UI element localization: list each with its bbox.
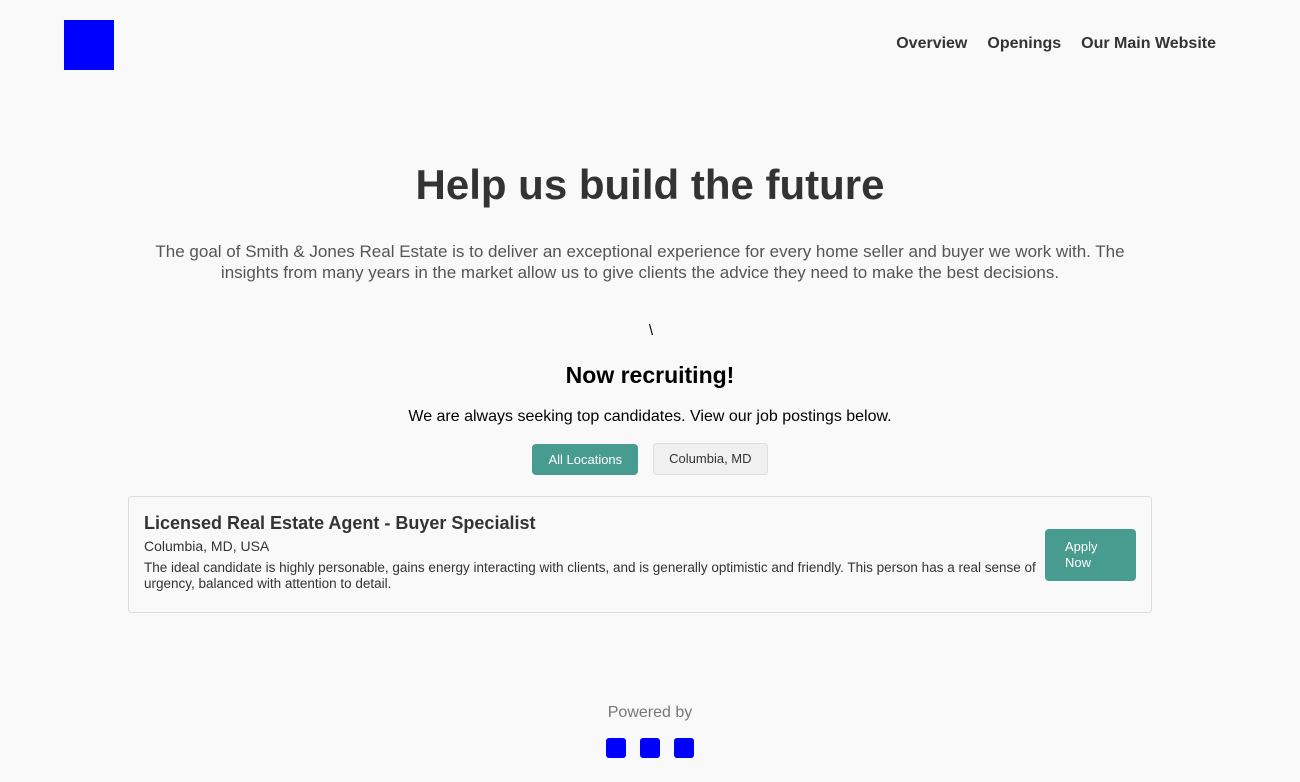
nav-overview-link[interactable]: Overview [896, 35, 967, 53]
hero-title: Help us build the future [415, 161, 885, 208]
job-card: Licensed Real Estate Agent - Buyer Speci… [128, 496, 1152, 613]
recruiting-description: We are always seeking top candidates. Vi… [408, 408, 892, 425]
company-logo[interactable] [64, 20, 114, 70]
hero-description: The goal of Smith & Jones Real Estate is… [155, 242, 1125, 282]
filter-all-locations-button[interactable]: All Locations [532, 444, 639, 475]
footer-icons [0, 738, 1300, 758]
nav-main-website-link[interactable]: Our Main Website [1081, 35, 1216, 53]
location-filters: All Locations Columbia, MD [0, 443, 1300, 475]
recruiting-title: Now recruiting! [565, 362, 735, 388]
job-location: Columbia, MD, USA [144, 538, 270, 554]
job-description: The ideal candidate is highly personable… [144, 560, 1036, 591]
job-title[interactable]: Licensed Real Estate Agent - Buyer Speci… [144, 512, 535, 534]
social-icon[interactable] [606, 738, 626, 758]
powered-by-text: Powered by [607, 704, 693, 721]
main-nav: Overview Openings Our Main Website [896, 35, 1216, 53]
social-icon[interactable] [674, 738, 694, 758]
social-icon[interactable] [640, 738, 660, 758]
careers-page: Overview Openings Our Main Website Help … [0, 0, 1300, 782]
nav-openings-link[interactable]: Openings [987, 35, 1061, 53]
stray-text: \ [648, 322, 654, 339]
filter-columbia-md-button[interactable]: Columbia, MD [653, 443, 768, 475]
apply-now-button[interactable]: Apply Now [1045, 529, 1136, 581]
